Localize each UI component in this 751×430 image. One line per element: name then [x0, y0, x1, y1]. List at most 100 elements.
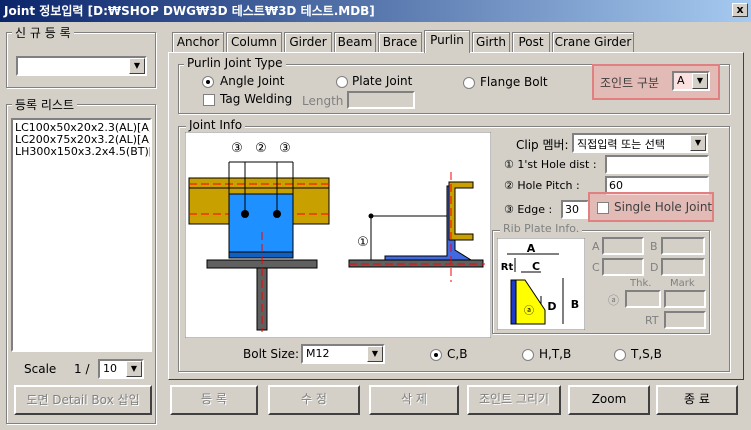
joint-class-value: A — [677, 74, 685, 87]
chevron-down-icon[interactable]: ▼ — [129, 58, 145, 74]
dim-label-edge: ③ — [279, 141, 291, 156]
cb-radio[interactable] — [430, 349, 442, 361]
length-label: Length — [302, 94, 344, 108]
tag-welding-label: Tag Welding — [220, 92, 293, 106]
registration-list[interactable]: LC100x50x20x2.3(AL)[A, LC200x75x20x3.2(A… — [11, 118, 152, 352]
register-button[interactable]: 등 록 — [170, 385, 258, 415]
dim-point — [368, 213, 374, 219]
rib-a-label: A — [592, 240, 600, 253]
rib-rt-label: RT — [645, 314, 659, 327]
title-bar: Joint 정보입력 [D:₩SHOP DWG₩3D 테스트₩3D 테스트.MD… — [0, 0, 751, 22]
rib-b-input[interactable] — [661, 237, 705, 255]
modify-button[interactable]: 수 정 — [268, 385, 360, 415]
clip-plate-base — [228, 251, 294, 259]
hole-pitch-label: ② Hole Pitch : — [504, 179, 580, 192]
delete-button[interactable]: 삭 제 — [369, 385, 459, 415]
tab-label: Crane Girder — [554, 35, 632, 49]
purlin-joint-type-label: Purlin Joint Type — [184, 56, 286, 70]
exit-button[interactable]: 종 료 — [656, 385, 738, 415]
clip-member-label: Clip 멤버: — [516, 138, 569, 152]
chevron-down-icon[interactable]: ▼ — [690, 135, 706, 151]
first-hole-dist-label: ① 1'st Hole dist : — [504, 158, 597, 171]
bolt-size-label: Bolt Size: — [243, 347, 300, 361]
rib-weld-label: ⓐ — [608, 294, 619, 307]
bolt-size-select[interactable]: M12 ▼ — [301, 344, 385, 364]
rib-dim-rt: Rt — [501, 262, 514, 273]
cb-label: C,B — [447, 347, 468, 361]
flange-bolt-radio[interactable] — [463, 77, 475, 89]
window-title: Joint 정보입력 [D:₩SHOP DWG₩3D 테스트₩3D 테스트.MD… — [4, 4, 375, 18]
detail-box-insert-label: 도면 Detail Box 삽입 — [26, 393, 140, 407]
purlin-joint-diagram: ③ ② ③ ① — [185, 132, 491, 338]
tsb-label: T,S,B — [631, 347, 662, 361]
joint-info-label: Joint Info — [186, 118, 246, 132]
dim-label-pitch: ② — [255, 141, 267, 156]
tab-girth[interactable]: Girth — [472, 32, 510, 52]
rib-plate-diagram: A C B D Rt ⓐ — [497, 238, 585, 330]
draw-joint-button[interactable]: 조인트 그리기 — [467, 385, 561, 415]
edge-input[interactable]: 30 — [561, 200, 589, 219]
angle-joint-radio[interactable] — [202, 76, 214, 88]
rib-c-label: C — [592, 261, 600, 274]
rib-thk-input[interactable] — [625, 290, 661, 308]
clip-member-value: 직접입력 또는 선택 — [577, 138, 665, 151]
new-registration-label: 신 규 등 록 — [12, 24, 74, 41]
rib-dim-b: B — [571, 298, 579, 311]
tab-beam[interactable]: Beam — [334, 32, 376, 52]
tab-label: Girth — [476, 35, 506, 49]
rib-plate-info-label: Rib Plate Info. — [500, 222, 583, 235]
rib-mark-label: Mark — [670, 278, 695, 289]
edge-value: 30 — [565, 203, 579, 216]
single-hole-joint-label: Single Hole Joint — [614, 200, 713, 214]
scale-label: Scale — [24, 362, 57, 376]
tab-anchor[interactable]: Anchor — [172, 32, 224, 52]
clip-member-select[interactable]: 직접입력 또는 선택 ▼ — [572, 133, 708, 153]
chevron-down-icon[interactable]: ▼ — [692, 73, 708, 89]
registration-list-label: 등록 리스트 — [12, 96, 78, 113]
rib-rt-input[interactable] — [664, 311, 706, 329]
htb-radio[interactable] — [522, 349, 534, 361]
chevron-down-icon[interactable]: ▼ — [126, 361, 142, 377]
tab-column[interactable]: Column — [226, 32, 282, 52]
chevron-down-icon[interactable]: ▼ — [367, 346, 383, 362]
single-hole-joint-checkbox[interactable] — [597, 202, 609, 214]
tab-label: Column — [231, 35, 277, 49]
new-registration-select[interactable]: ▼ — [16, 56, 147, 76]
tab-purlin[interactable]: Purlin — [424, 30, 470, 53]
detail-box-insert-button[interactable]: 도면 Detail Box 삽입 — [14, 385, 152, 415]
rib-a-input[interactable] — [602, 237, 644, 255]
close-button[interactable]: x — [732, 3, 748, 17]
rib-thk-label: Thk. — [630, 278, 652, 289]
tab-girder[interactable]: Girder — [284, 32, 332, 52]
rib-mark-input[interactable] — [664, 290, 706, 308]
rib-dim-d: D — [547, 300, 556, 313]
scale-select[interactable]: 10 ▼ — [98, 359, 144, 379]
tab-post[interactable]: Post — [512, 32, 550, 52]
draw-joint-label: 조인트 그리기 — [478, 392, 550, 406]
rib-weld-mark: ⓐ — [524, 305, 534, 317]
rib-base-plate — [510, 279, 517, 325]
list-item[interactable]: LH300x150x3.2x4.5(BT)[ — [15, 146, 150, 158]
tab-crane-girder[interactable]: Crane Girder — [552, 32, 634, 52]
tab-label: Post — [518, 35, 544, 49]
length-input[interactable] — [347, 91, 415, 109]
dim-label-edge: ③ — [231, 141, 243, 156]
plate-joint-radio[interactable] — [336, 76, 348, 88]
bolt-size-value: M12 — [306, 347, 330, 360]
joint-class-select[interactable]: A ▼ — [672, 71, 710, 91]
first-hole-dist-input[interactable] — [605, 155, 709, 174]
rib-c-input[interactable] — [602, 258, 644, 276]
tab-label: Anchor — [176, 35, 220, 49]
clip-plate — [228, 193, 294, 259]
zoom-label: Zoom — [591, 392, 627, 406]
tag-welding-checkbox[interactable] — [203, 94, 215, 106]
zoom-button[interactable]: Zoom — [568, 385, 650, 415]
rib-d-input[interactable] — [661, 258, 705, 276]
tab-label: Girder — [289, 35, 327, 49]
tsb-radio[interactable] — [614, 349, 626, 361]
close-icon: x — [736, 3, 744, 16]
tab-label: Beam — [337, 35, 373, 49]
scale-value: 10 — [103, 362, 117, 375]
joint-class-label: 조인트 구분 — [600, 76, 660, 90]
tab-brace[interactable]: Brace — [378, 32, 422, 52]
